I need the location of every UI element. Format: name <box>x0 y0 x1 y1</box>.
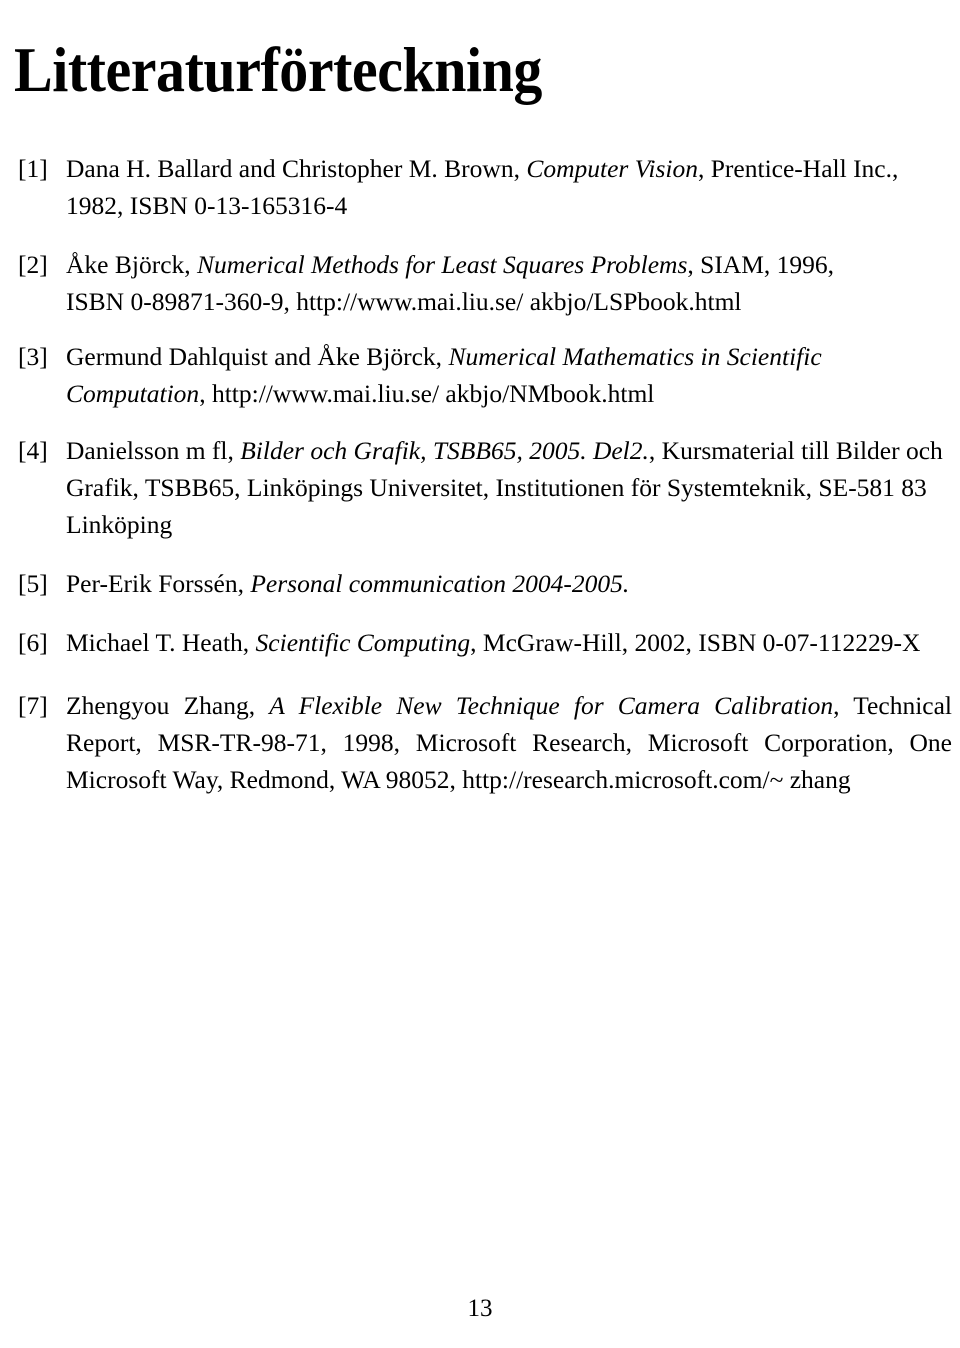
entry-authors: Åke Björck, <box>66 250 191 279</box>
bibliography-entry: [3] Germund Dahlquist and Åke Björck, Nu… <box>0 338 960 412</box>
bibliography-entry-label: [7] <box>18 691 48 720</box>
document-page: Litteraturförteckning [1] Dana H. Ballar… <box>0 0 960 1348</box>
bibliography-entry-text: Michael T. Heath, Scientific Computing, … <box>66 624 960 661</box>
bibliography-entry-text: Åke Björck, Numerical Methods for Least … <box>66 246 960 320</box>
entry-authors: Per-Erik Forssén, <box>66 569 244 598</box>
entry-work-title: Bilder och Grafik, TSBB65, 2005. Del2. <box>240 436 649 465</box>
bibliography-entry-label: [4] <box>18 436 48 465</box>
bibliography-entry-label: [6] <box>18 628 48 657</box>
bibliography-entry-label: [1] <box>18 154 48 183</box>
page-title: Litteraturförteckning <box>14 35 542 106</box>
bibliography-entry: [6] Michael T. Heath, Scientific Computi… <box>0 624 960 661</box>
entry-rest: , http://www.mai.liu.se/ akbjo/NMbook.ht… <box>199 379 655 408</box>
bibliography-entry-label: [3] <box>18 342 48 371</box>
entry-work-title: Personal communication 2004-2005. <box>250 569 630 598</box>
page-number: 13 <box>467 1295 493 1322</box>
bibliography-entry-text: Danielsson m fl, Bilder och Grafik, TSBB… <box>66 432 960 543</box>
bibliography-entry-text: Per-Erik Forssén, Personal communication… <box>66 565 960 602</box>
entry-authors: Dana H. Ballard and Christopher M. Brown… <box>66 154 520 183</box>
bibliography-entry-label: [5] <box>18 569 48 598</box>
bibliography-entry-text: Zhengyou Zhang, A Flexible New Technique… <box>66 687 960 798</box>
entry-work-title: Numerical Methods for Least Squares Prob… <box>197 250 688 279</box>
bibliography-list: [1] Dana H. Ballard and Christopher M. B… <box>0 150 960 818</box>
bibliography-entry: [4] Danielsson m fl, Bilder och Grafik, … <box>0 432 960 543</box>
bibliography-entry-label: [2] <box>18 250 48 279</box>
bibliography-entry-text: Dana H. Ballard and Christopher M. Brown… <box>66 150 960 224</box>
bibliography-entry: [1] Dana H. Ballard and Christopher M. B… <box>0 150 960 224</box>
bibliography-entry: [5] Per-Erik Forssén, Personal communica… <box>0 565 960 602</box>
entry-work-title: Scientific Computing <box>255 628 471 657</box>
entry-authors: Michael T. Heath, <box>66 628 250 657</box>
bibliography-entry: [2] Åke Björck, Numerical Methods for Le… <box>0 246 960 320</box>
entry-rest: , McGraw-Hill, 2002, ISBN 0-07-112229-X <box>470 628 921 657</box>
bibliography-entry-text: Germund Dahlquist and Åke Björck, Numeri… <box>66 338 960 412</box>
entry-work-title: Computer Vision <box>526 154 698 183</box>
entry-authors: Danielsson m fl, <box>66 436 234 465</box>
entry-authors: Germund Dahlquist and Åke Björck, <box>66 342 443 371</box>
entry-authors: Zhengyou Zhang, <box>66 691 256 720</box>
bibliography-entry: [7] Zhengyou Zhang, A Flexible New Techn… <box>0 687 960 798</box>
entry-work-title: A Flexible New Technique for Camera Cali… <box>269 691 834 720</box>
